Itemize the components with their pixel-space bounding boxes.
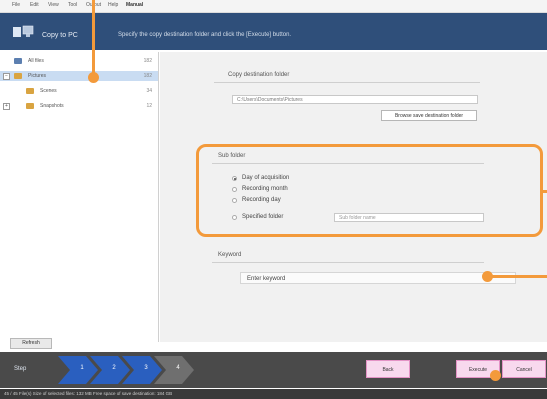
tree-item-pictures[interactable]: − Pictures 182 [0,71,158,81]
divider [212,262,484,263]
menu-edit[interactable]: Edit [30,2,39,8]
divider [214,82,480,83]
step-number: 3 [144,365,148,371]
step-label: Step [14,366,27,372]
callout-line [490,275,547,278]
folder-icon [26,88,34,94]
all-files-icon [14,58,22,64]
back-button[interactable]: Back [366,360,410,378]
tree-item-count: 12 [146,103,152,109]
folder-icon [26,103,34,109]
tree-item-count: 34 [146,88,152,94]
menu-manual[interactable]: Manual [126,2,143,8]
refresh-button[interactable]: Refresh [10,338,52,349]
folder-icon [14,73,22,79]
step-number: 2 [112,365,116,371]
tree-item-snapshots[interactable]: + Snapshots 12 [0,101,158,111]
copy-to-pc-icon [12,25,34,39]
folder-tree: All files 182 − Pictures 182 Scenes 34 +… [0,52,159,342]
tree-item-label: Snapshots [40,103,64,109]
browse-destination-button[interactable]: Browse save destination folder [381,110,477,121]
expand-icon[interactable]: − [3,73,10,80]
step-number: 4 [176,365,180,371]
menu-view[interactable]: View [48,2,59,8]
menu-help[interactable]: Help [108,2,118,8]
tree-item-label: Scenes [40,88,57,94]
tree-item-all-files[interactable]: All files 182 [0,56,158,66]
tree-item-scenes[interactable]: Scenes 34 [0,86,158,96]
step-number: 1 [80,365,84,371]
menu-tool[interactable]: Tool [68,2,77,8]
cancel-button[interactable]: Cancel [502,360,546,378]
tree-item-label: All files [28,58,44,64]
keyword-label: Keyword [218,252,242,258]
callout-line [92,0,95,74]
sub-folder-callout-box [196,144,543,237]
callout-marker [490,370,501,381]
header-instruction: Specify the copy destination folder and … [118,32,292,38]
menu-bar: File Edit View Tool Output Help Manual [0,0,547,13]
keyword-input[interactable]: Enter keyword [240,272,516,284]
expand-icon[interactable]: + [3,103,10,110]
header-title: Copy to PC [42,32,78,39]
menu-file[interactable]: File [12,2,20,8]
copy-destination-label: Copy destination folder [228,72,290,78]
tree-item-label: Pictures [28,73,47,79]
callout-marker [88,72,99,83]
callout-line [540,190,547,193]
tree-item-count: 182 [143,58,152,64]
tree-item-count: 182 [143,73,152,79]
status-bar: 45 / 45 File(s) Size of selected files: … [0,389,547,399]
destination-path-field[interactable]: C:\Users\Documents\Pictures [232,95,478,104]
